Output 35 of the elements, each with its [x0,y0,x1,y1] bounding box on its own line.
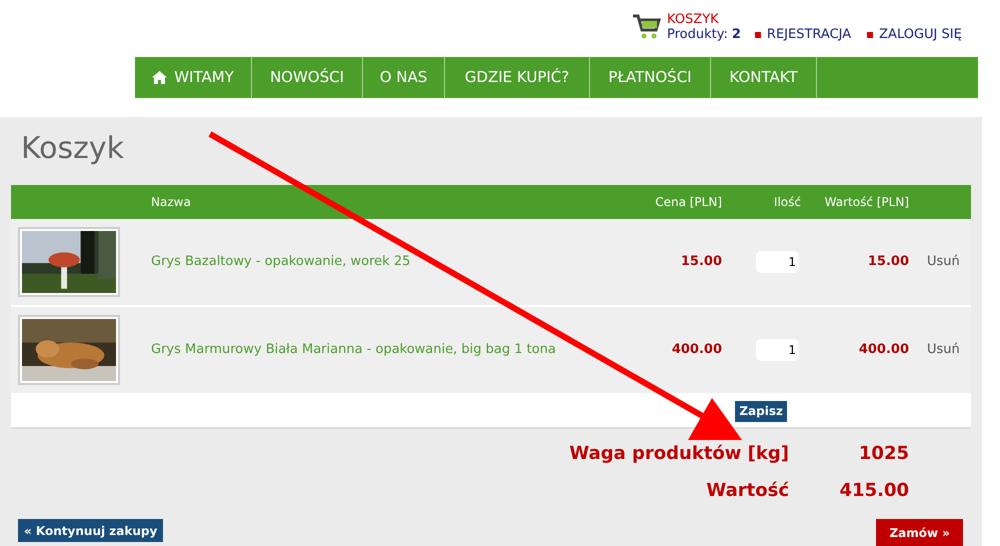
column-header: Nazwa [151,194,192,211]
nav-item[interactable]: PŁATNOŚCI [590,57,711,98]
order-button[interactable]: Zamów » [876,519,963,546]
quantity-field[interactable]: 1 [756,339,799,361]
nav-item[interactable]: O NAS [363,57,445,98]
cart-link[interactable]: KOSZYK [667,12,741,27]
page-title: Koszyk [20,131,126,168]
price: 400.00 [670,341,722,360]
summary-label: Wartość [706,479,789,503]
home-icon [152,71,168,84]
nav-item[interactable]: WITAMY [135,57,252,98]
cart-icon[interactable] [632,12,661,40]
nav-item[interactable]: KONTAKT [711,57,817,98]
bullet-icon [754,32,761,38]
products-label: Produkty: [667,27,728,42]
header-link[interactable]: ZALOGUJ SIĘ [879,27,962,42]
summary-value: 1025 [858,442,909,466]
bullet-icon [867,32,874,38]
remove-link[interactable]: Usuń [927,342,960,358]
line-total: 400.00 [858,341,909,360]
nav-item[interactable]: GDZIE KUPIĆ? [445,57,590,98]
column-header: Wartość [PLN] [824,194,909,211]
summary-label: Waga produktów [kg] [569,442,789,466]
summary-value: 415.00 [838,479,909,503]
price: 15.00 [680,253,722,272]
header-link[interactable]: REJESTRACJA [766,27,852,42]
save-button[interactable]: Zapisz [735,400,787,422]
column-header: Cena [PLN] [654,194,722,211]
continue-shopping-button[interactable]: « Kontynuuj zakupy [18,519,164,542]
column-header: Ilość [772,194,802,211]
quantity-field[interactable]: 1 [756,251,799,273]
remove-link[interactable]: Usuń [927,254,960,270]
products-count: 2 [732,27,741,42]
nav-item[interactable]: NOWOŚCI [252,57,363,98]
line-total: 15.00 [866,253,909,272]
